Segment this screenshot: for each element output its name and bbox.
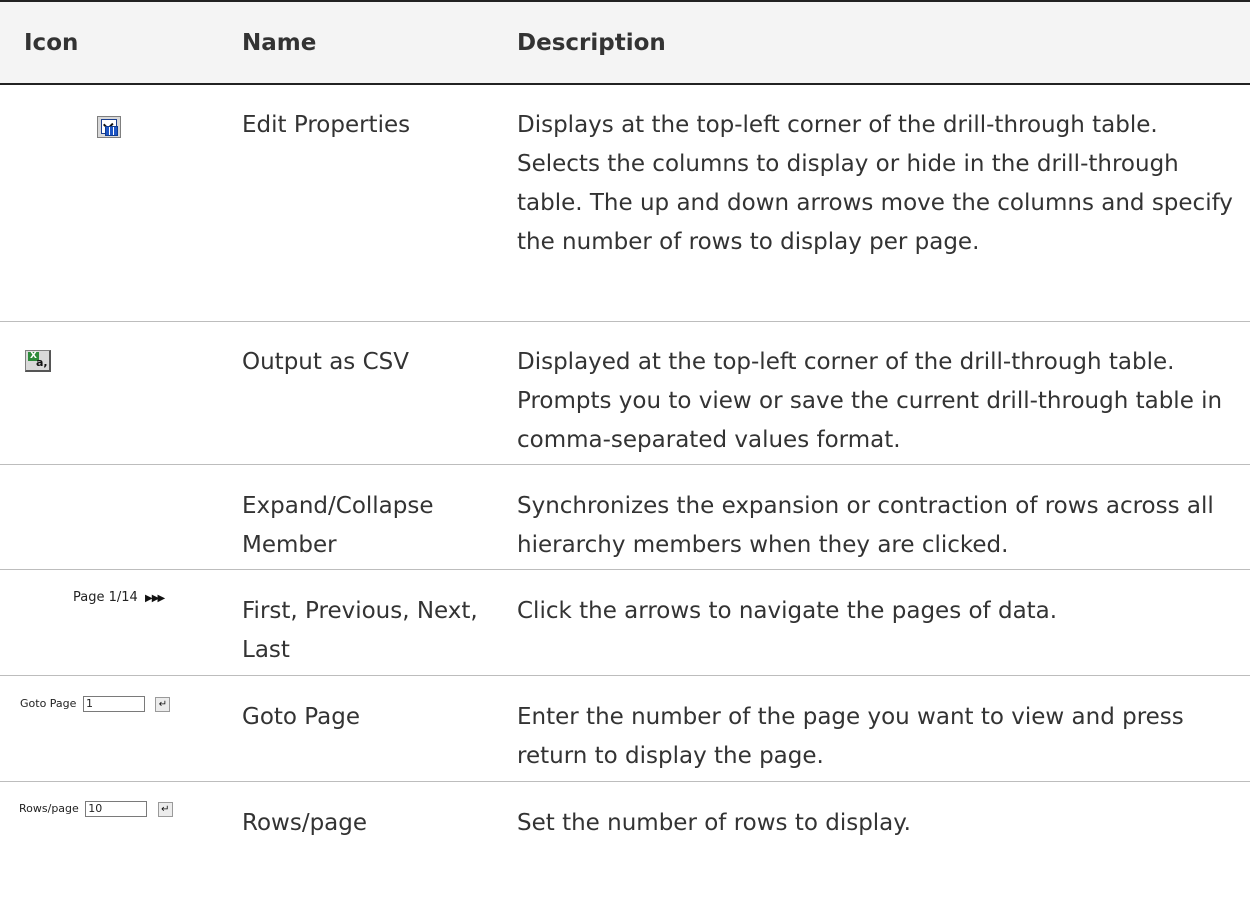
row-description: Synchronizes the expansion or contractio… [517, 493, 1214, 558]
next-last-arrows-icon: ▶ ▶▶ [144, 593, 165, 604]
rows-per-page-field: 10 [85, 801, 148, 817]
row-icon-cell: X a, [0, 321, 242, 465]
row-icon-cell: Rows/page 10 ↵ [0, 782, 242, 871]
goto-page-field: 1 [82, 696, 145, 712]
table-row: Rows/page 10 ↵ Rows/page Set the number … [0, 782, 1250, 871]
table-row: Edit Properties Displays at the top-left… [0, 84, 1250, 322]
return-icon: ↵ [155, 696, 171, 712]
row-description: Set the number of rows to display. [517, 810, 911, 836]
row-name: First, Previous, Next, Last [242, 598, 478, 663]
rows-per-page-label: Rows/page [19, 802, 79, 815]
edit-properties-icon [97, 116, 121, 138]
rows-per-page-widget-image: Rows/page 10 ↵ [19, 800, 173, 818]
header-name: Name [242, 0, 517, 85]
row-icon-cell: Goto Page 1 ↵ [0, 675, 242, 782]
row-name: Edit Properties [242, 112, 411, 138]
row-name: Output as CSV [242, 349, 409, 375]
pager-page-text: Page 1/14 [73, 590, 138, 605]
row-icon-cell [0, 84, 242, 322]
pager-widget-image: Page 1/14 ▶ ▶▶ [73, 589, 165, 608]
goto-page-label: Goto Page [20, 697, 77, 710]
table-row: Goto Page 1 ↵ Goto Page Enter the number… [0, 675, 1250, 782]
icon-reference-table: Icon Name Description Edit Properties Di… [0, 0, 1250, 870]
row-description: Displayed at the top-left corner of the … [517, 349, 1223, 453]
table-row: Expand/Collapse Member Synchronizes the … [0, 464, 1250, 570]
return-icon: ↵ [157, 801, 173, 817]
table-row: Page 1/14 ▶ ▶▶ First, Previous, Next, La… [0, 569, 1250, 676]
row-icon-cell: Page 1/14 ▶ ▶▶ [0, 569, 242, 676]
row-description: Click the arrows to navigate the pages o… [517, 598, 1058, 624]
output-csv-icon: X a, [25, 350, 51, 372]
row-icon-cell [0, 464, 242, 570]
row-name: Goto Page [242, 704, 360, 730]
row-name: Expand/Collapse Member [242, 493, 434, 558]
row-name: Rows/page [242, 810, 368, 836]
row-description: Enter the number of the page you want to… [517, 704, 1184, 769]
table-header-row: Icon Name Description [0, 0, 1250, 85]
table-row: X a, Output as CSV Displayed at the top-… [0, 321, 1250, 465]
header-icon: Icon [0, 0, 242, 85]
header-description: Description [517, 0, 1250, 85]
goto-page-widget-image: Goto Page 1 ↵ [20, 695, 171, 713]
row-description: Displays at the top-left corner of the d… [517, 112, 1233, 255]
